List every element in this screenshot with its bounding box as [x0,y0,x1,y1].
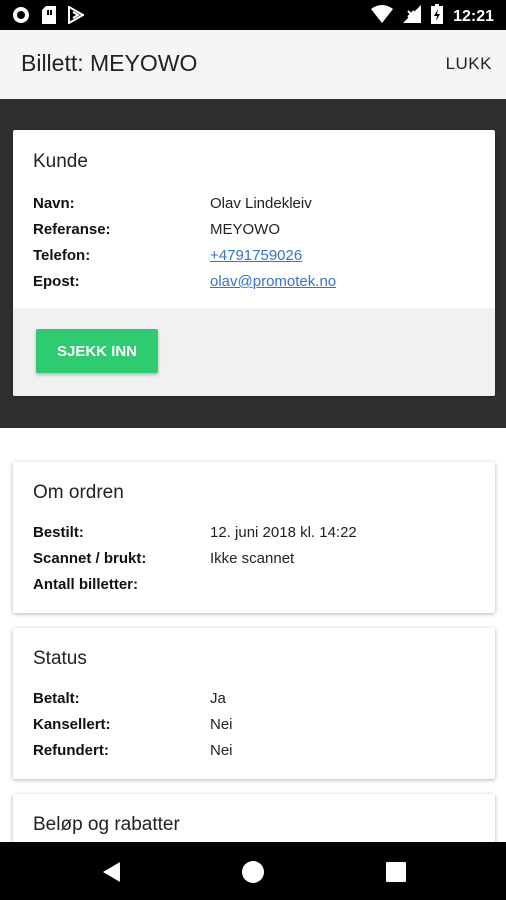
record-icon [12,6,30,29]
check-in-button[interactable]: SJEKK INN [36,329,158,373]
field-label: Navn: [33,195,75,212]
customer-card-title: Kunde [33,151,88,172]
status-card: Status Betalt: Ja Kansellert: Nei Refunder… [13,628,495,779]
customer-reference: MEYOWO [210,221,280,238]
paid-row: Betalt: Ja [33,690,226,707]
wifi-icon [371,5,394,28]
refunded-row: Refundert: Nei [33,742,233,759]
customer-name-row: Navn: Olav Lindekleiv [33,195,312,212]
field-label: Telefon: [33,247,91,264]
customer-card-footer: SJEKK INN [13,308,495,396]
phone-link[interactable]: +4791759026 [210,247,302,264]
page-title: Billett: MEYOWO [21,50,198,76]
order-card: Om ordren Bestilt: 12. juni 2018 kl. 14:2… [13,462,495,613]
app-bar: Billett: MEYOWO LUKK [0,30,506,99]
amount-card-title: Beløp og rabatter [33,814,180,835]
back-icon[interactable] [100,860,124,884]
customer-name: Olav Lindekleiv [210,195,312,212]
ordered-value: 12. juni 2018 kl. 14:22 [210,524,357,541]
field-label: Antall billetter: [33,576,139,593]
scanned-value: Ikke scannet [210,550,295,567]
no-signal-icon [403,5,422,28]
cancelled-value: Nei [210,716,233,733]
recents-icon[interactable] [384,860,408,884]
order-card-title: Om ordren [33,482,124,503]
field-label: Epost: [33,273,80,290]
field-label: Scannet / brukt: [33,550,147,567]
navigation-bar [0,842,506,900]
close-button[interactable]: LUKK [446,54,492,74]
sim-card-icon [42,6,56,29]
customer-phone-row: Telefon: +4791759026 [33,247,302,264]
field-label: Betalt: [33,690,80,707]
customer-email-row: Epost: olav@promotek.no [33,273,336,290]
download-icon [68,5,86,29]
field-label: Kansellert: [33,716,111,733]
ticket-count-row: Antall billetter: [33,576,210,593]
paid-value: Ja [210,690,226,707]
field-label: Referanse: [33,221,111,238]
customer-card: Kunde Navn: Olav Lindekleiv Referanse: MEY… [13,130,495,396]
refunded-value: Nei [210,742,233,759]
header-band: Kunde Navn: Olav Lindekleiv Referanse: MEY… [0,99,506,428]
scanned-row: Scannet / brukt: Ikke scannet [33,550,294,567]
status-card-title: Status [33,648,87,669]
field-label: Bestilt: [33,524,84,541]
cancelled-row: Kansellert: Nei [33,716,233,733]
home-icon[interactable] [241,860,265,884]
email-link[interactable]: olav@promotek.no [210,273,336,290]
clock: 12:21 [453,7,494,25]
customer-reference-row: Referanse: MEYOWO [33,221,280,238]
battery-icon [431,4,444,29]
status-bar: 12:21 [0,0,506,30]
field-label: Refundert: [33,742,109,759]
ordered-row: Bestilt: 12. juni 2018 kl. 14:22 [33,524,357,541]
